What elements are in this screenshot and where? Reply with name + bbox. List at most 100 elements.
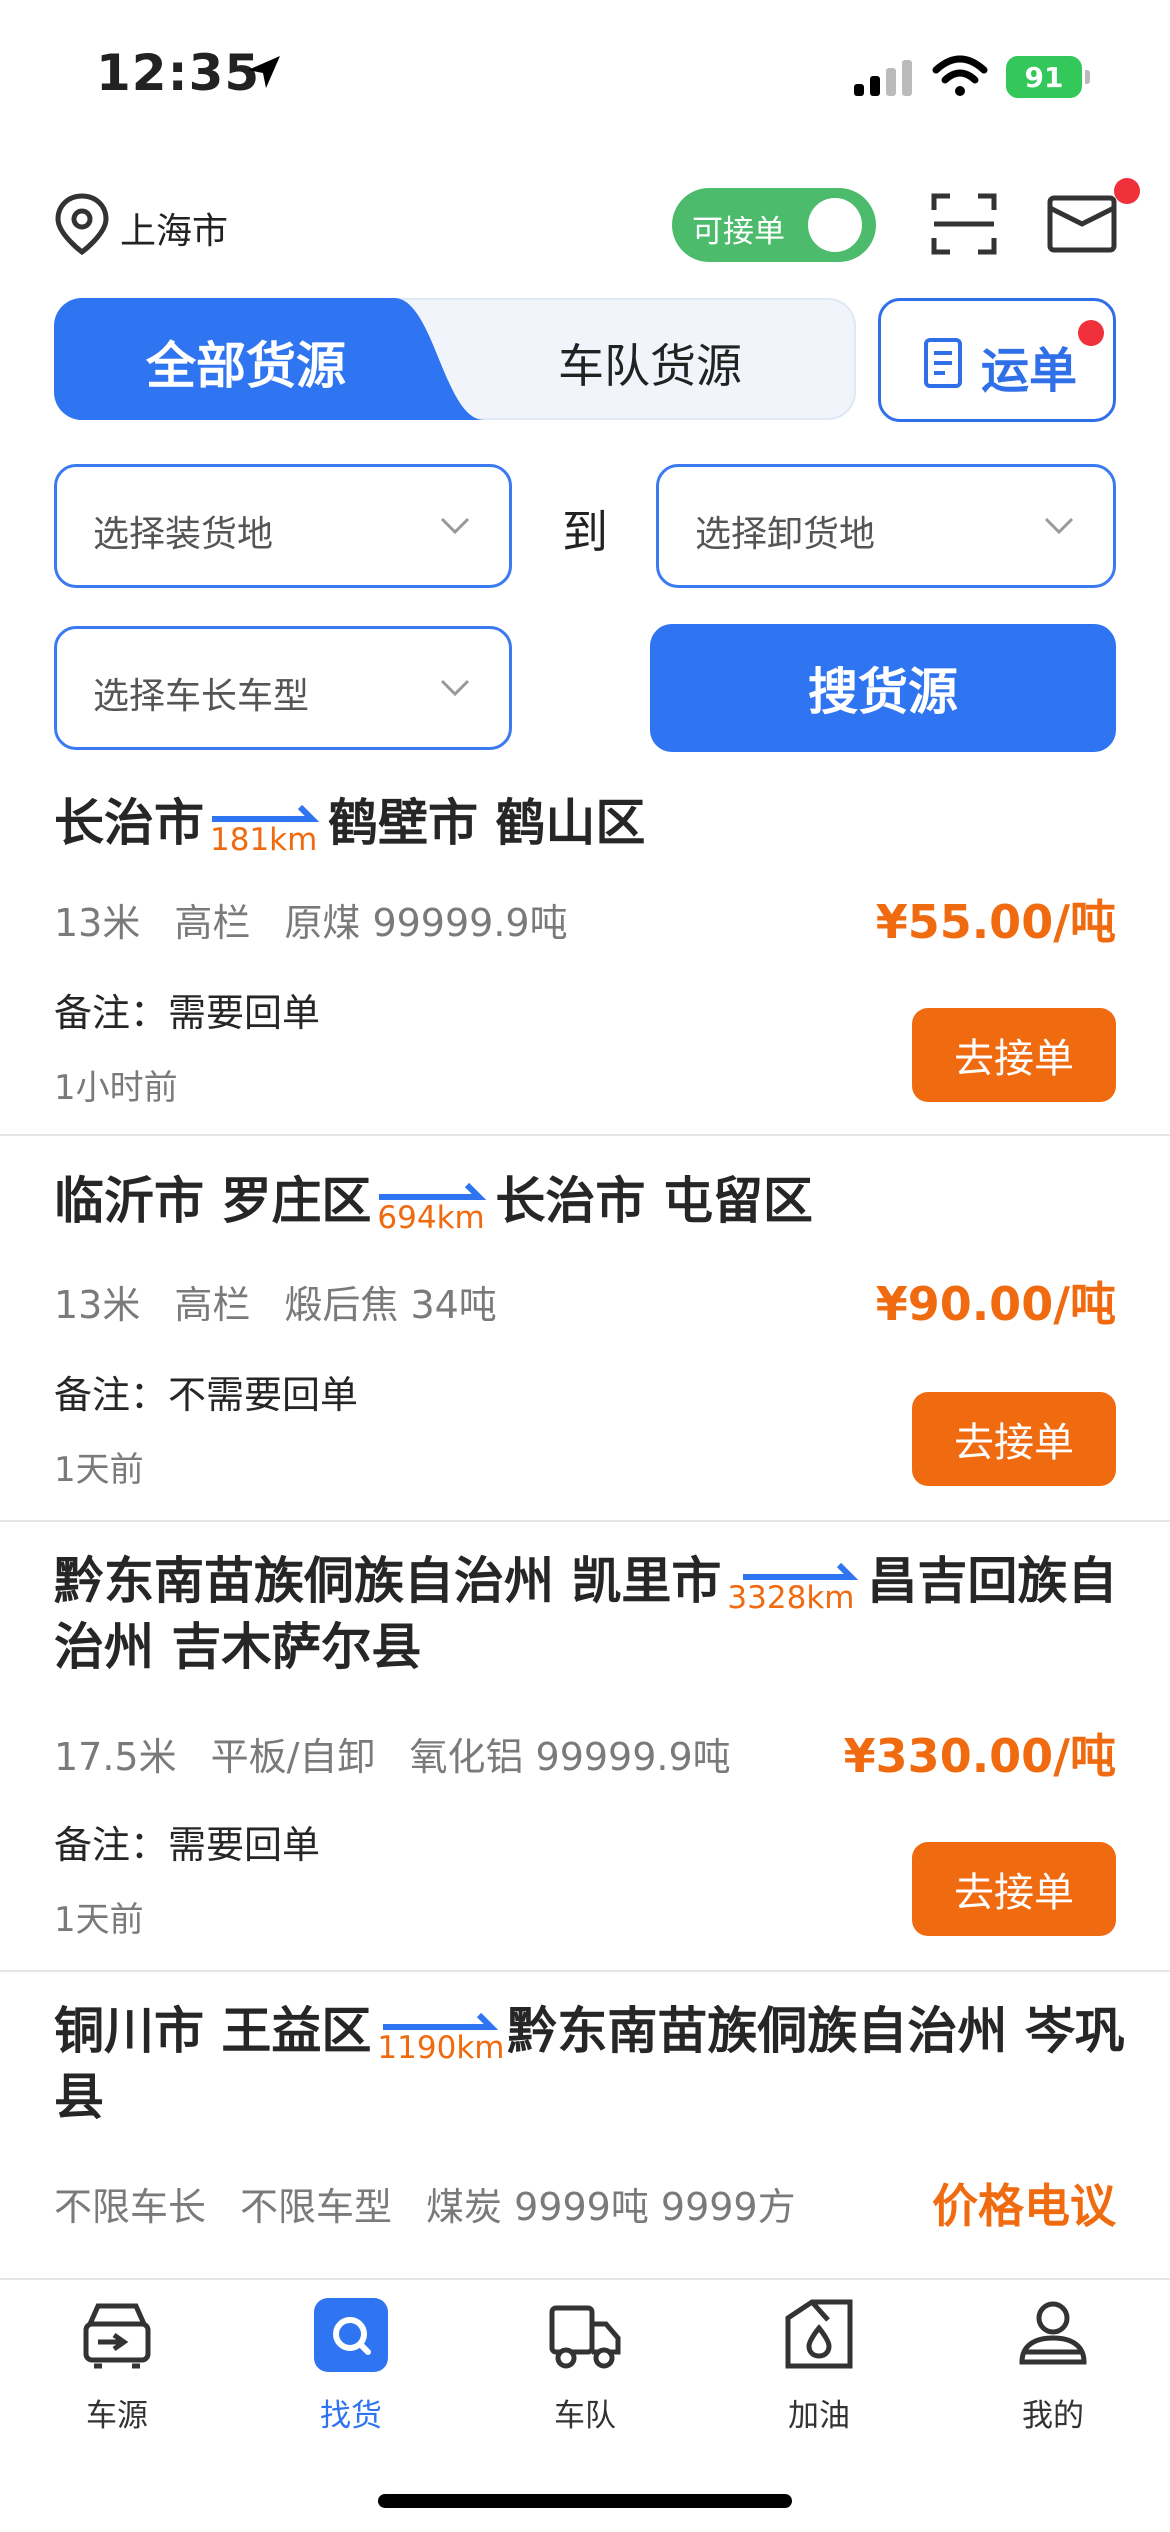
route-arrow-icon <box>383 2012 499 2030</box>
vehicle-type: 平板/自卸 <box>210 1735 376 1779</box>
cargo-info: 氧化铝 99999.9吨 <box>409 1735 731 1779</box>
price: ¥55.00/吨 <box>875 895 1116 949</box>
vehicle-length: 13米 <box>54 1283 141 1327</box>
tab-fleet-cargo[interactable]: 车队货源 <box>558 330 742 396</box>
distance: 3328km <box>727 1579 855 1616</box>
note: 备注：不需要回单 <box>54 1373 359 1417</box>
cargo-specs: 17.5米 平板/自卸 氧化铝 99999.9吨 <box>54 1726 765 1781</box>
price: ¥330.00/吨 <box>843 1729 1116 1783</box>
cargo-listing[interactable]: 长治市 181km 鹤壁市 鹤山区 13米 高栏 原煤 99999.9吨 ¥55.00/… <box>0 776 1170 1136</box>
cargo-info: 煤炭 9999吨 9999方 <box>426 2185 796 2229</box>
route-arrow-icon <box>379 1182 487 1200</box>
nav-truck-source[interactable]: 车源 <box>42 2298 192 2438</box>
cargo-specs: 13米 高栏 煅后焦 34吨 <box>54 1274 531 1329</box>
note: 备注：需要回单 <box>54 1823 321 1867</box>
origin: 黔东南苗族侗族自治州 凯里市 <box>54 1552 722 1610</box>
battery-icon: 91 <box>1006 56 1090 98</box>
nav-label: 加油 <box>788 2398 850 2434</box>
distance-marker: 694km <box>377 1177 489 1235</box>
fuel-icon <box>785 2299 853 2369</box>
posted-time: 1天前 <box>54 1450 144 1490</box>
status-time: 12:35 <box>96 44 261 102</box>
accept-order-button[interactable]: 去接单 <box>912 1008 1116 1102</box>
cargo-listing[interactable]: 黔东南苗族侗族自治州 凯里市 3328km 昌吉回族自治州 吉木萨尔县 17.5米平… <box>0 1522 1170 1972</box>
unload-location-select[interactable]: 选择卸货地 <box>656 464 1116 588</box>
current-city[interactable]: 上海市 <box>120 202 228 254</box>
vehicle-type-select[interactable]: 选择车长车型 <box>54 626 512 750</box>
scan-icon[interactable] <box>930 190 998 258</box>
distance-marker: 181km <box>210 799 322 857</box>
cargo-source-tabs: 全部货源 车队货源 <box>54 298 856 420</box>
route: 长治市 181km 鹤壁市 鹤山区 <box>54 790 1134 857</box>
nav-label: 找货 <box>320 2398 382 2434</box>
toggle-label: 可接单 <box>692 214 785 250</box>
search-cargo-button[interactable]: 搜货源 <box>650 624 1116 752</box>
nav-label: 车队 <box>554 2398 616 2434</box>
to-label: 到 <box>562 505 608 559</box>
origin: 临沂市 罗庄区 <box>54 1172 372 1230</box>
load-location-placeholder: 选择装货地 <box>93 514 274 555</box>
route: 铜川市 王益区 1190km 黔东南苗族侗族自治州 岑巩县 <box>54 1998 1134 2130</box>
nav-fuel[interactable]: 加油 <box>744 2298 894 2438</box>
find-cargo-icon <box>314 2298 388 2372</box>
nav-find-cargo[interactable]: 找货 <box>276 2298 426 2438</box>
posted-time: 1天前 <box>54 1900 144 1940</box>
route: 临沂市 罗庄区 694km 长治市 屯留区 <box>54 1168 1134 1235</box>
profile-icon <box>1019 2301 1087 2365</box>
accept-orders-toggle[interactable]: 可接单 <box>672 188 876 262</box>
accept-order-button[interactable]: 去接单 <box>912 1842 1116 1936</box>
price: ¥90.00/吨 <box>875 1277 1116 1331</box>
fleet-truck-icon <box>549 2305 621 2369</box>
location-arrow-icon <box>248 56 280 88</box>
vehicle-type: 高栏 <box>174 1283 251 1327</box>
cargo-listing[interactable]: 临沂市 罗庄区 694km 长治市 屯留区 13米 高栏 煅后焦 34吨 ¥90.00/… <box>0 1136 1170 1522</box>
route-arrow-icon <box>743 1562 859 1580</box>
route: 黔东南苗族侗族自治州 凯里市 3328km 昌吉回族自治州 吉木萨尔县 <box>54 1548 1134 1680</box>
vehicle-length: 13米 <box>54 901 141 945</box>
waybill-button[interactable]: 运单 <box>878 298 1116 422</box>
cargo-specs: 不限车长 不限车型 煤炭 9999吨 9999方 <box>54 2176 830 2231</box>
unload-location-placeholder: 选择卸货地 <box>695 514 876 555</box>
location-pin-icon[interactable] <box>52 192 112 256</box>
distance-marker: 3328km <box>727 1557 861 1616</box>
chevron-down-icon <box>1044 517 1074 535</box>
origin: 铜川市 王益区 <box>54 2002 372 2060</box>
route-arrow-icon <box>212 804 320 822</box>
header: 上海市 可接单 <box>0 170 1170 270</box>
accept-order-button[interactable]: 去接单 <box>912 1392 1116 1486</box>
vehicle-length: 不限车长 <box>54 2185 207 2229</box>
chevron-down-icon <box>440 517 470 535</box>
vehicle-type: 不限车型 <box>240 2185 393 2229</box>
cargo-listing[interactable]: 铜川市 王益区 1190km 黔东南苗族侗族自治州 岑巩县 不限车长 不限车型 煤炭 9… <box>0 1972 1170 2278</box>
waybill-doc-icon <box>924 338 962 388</box>
cargo-info: 原煤 99999.9吨 <box>284 901 568 945</box>
cellular-signal-icon <box>854 60 912 96</box>
message-icon[interactable] <box>1046 194 1118 254</box>
tab-all-cargo[interactable]: 全部货源 <box>146 326 346 398</box>
battery-level: 91 <box>1006 56 1082 98</box>
cargo-info: 煅后焦 34吨 <box>284 1283 497 1327</box>
load-location-select[interactable]: 选择装货地 <box>54 464 512 588</box>
nav-label: 我的 <box>1022 2398 1084 2434</box>
vehicle-length: 17.5米 <box>54 1735 177 1779</box>
nav-label: 车源 <box>86 2398 148 2434</box>
home-indicator[interactable] <box>378 2494 792 2508</box>
price: 价格电议 <box>932 2179 1116 2233</box>
status-bar: 12:35 91 <box>0 0 1170 150</box>
origin: 长治市 <box>54 794 204 852</box>
distance: 1190km <box>377 2029 505 2066</box>
message-badge <box>1114 178 1140 204</box>
vehicle-type-placeholder: 选择车长车型 <box>93 676 310 717</box>
waybill-badge <box>1078 320 1104 346</box>
toggle-knob <box>808 198 862 252</box>
posted-time: 1小时前 <box>54 1068 178 1108</box>
note: 备注：需要回单 <box>54 991 321 1035</box>
destination: 长治市 屯留区 <box>495 1172 813 1230</box>
distance-marker: 1190km <box>377 2007 505 2066</box>
nav-profile[interactable]: 我的 <box>978 2298 1128 2438</box>
nav-fleet[interactable]: 车队 <box>510 2298 660 2438</box>
wifi-icon <box>932 55 988 96</box>
waybill-label: 运单 <box>981 343 1078 399</box>
vehicle-type: 高栏 <box>174 901 251 945</box>
truck-source-icon <box>83 2303 151 2369</box>
